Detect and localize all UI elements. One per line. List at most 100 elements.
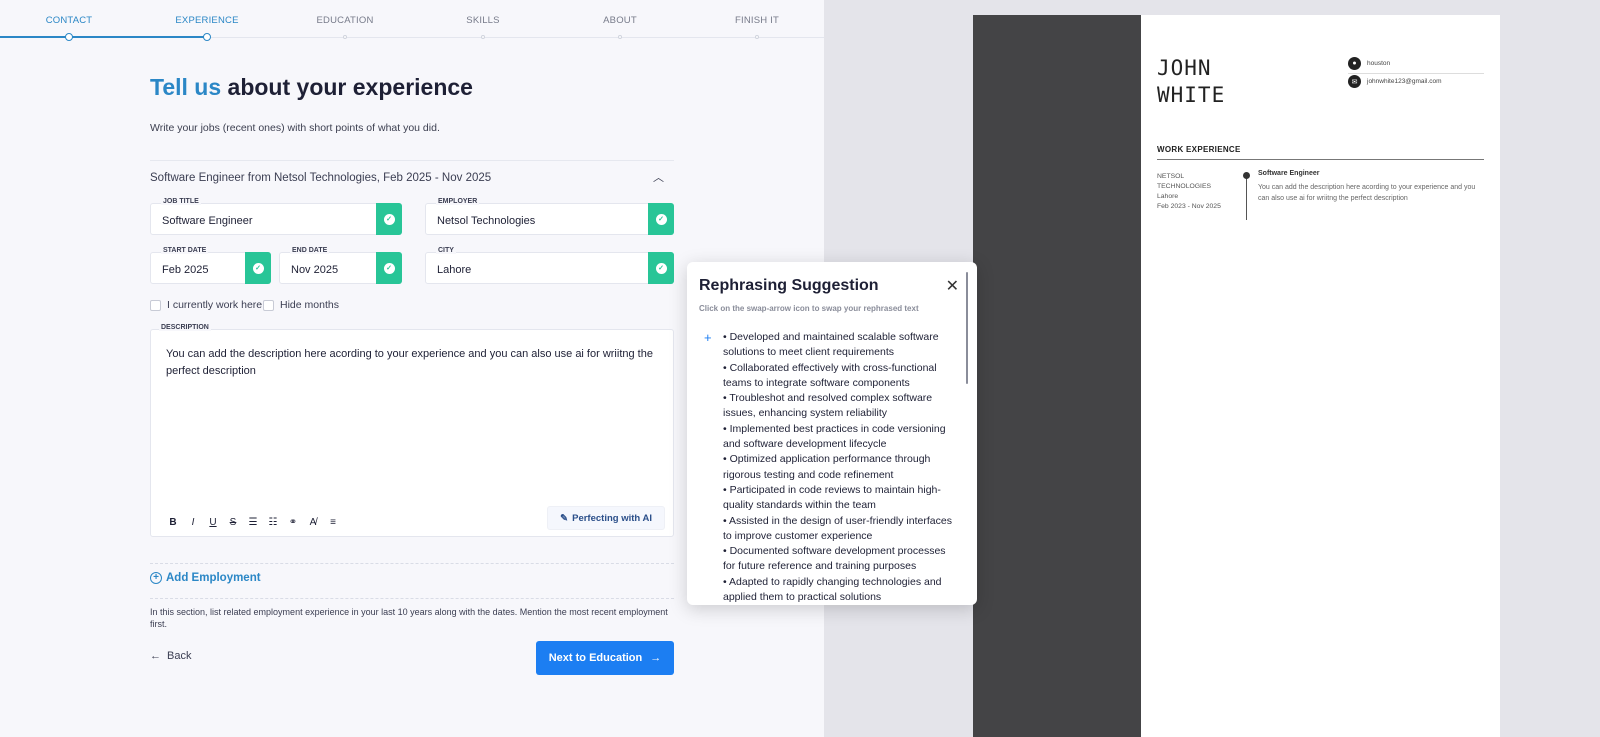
resume-location-text: houston — [1367, 60, 1391, 67]
step-dot-education — [343, 35, 347, 39]
italic-icon[interactable]: I — [186, 517, 200, 528]
suggestion-item: • Documented software development proces… — [723, 545, 946, 573]
step-skills[interactable]: SKILLS — [466, 15, 499, 26]
plus-circle-icon: + — [150, 572, 162, 584]
link-icon[interactable]: ⚭ — [286, 517, 300, 528]
check-icon: ✓ — [648, 252, 674, 284]
popup-title: Rephrasing Suggestion — [699, 277, 879, 294]
check-icon: ✓ — [648, 203, 674, 235]
description-editor[interactable]: DESCRIPTION You can add the description … — [150, 324, 674, 537]
suggestion-item: • Assisted in the design of user-friendl… — [723, 514, 952, 542]
suggestion-item: • Troubleshot and resolved complex softw… — [723, 392, 933, 420]
divider — [1348, 73, 1484, 74]
resume-city: Lahore — [1157, 193, 1179, 200]
next-label: Next to Education — [548, 652, 643, 664]
step-dot-experience — [203, 33, 211, 41]
step-dot-skills — [481, 35, 485, 39]
checkbox-box[interactable] — [150, 299, 161, 311]
suggestion-item: • Participated in code reviews to mainta… — [723, 483, 941, 512]
resume-company-line2: TECHNOLOGIES — [1157, 183, 1212, 190]
popup-subtitle: Click on the swap-arrow icon to swap you… — [699, 304, 919, 313]
step-contact[interactable]: CONTACT — [46, 15, 93, 26]
resume-section-title: WORK EXPERIENCE — [1157, 145, 1241, 154]
location-pin-icon: ● — [1348, 57, 1361, 70]
page-title-rest: about your experience — [221, 74, 473, 100]
currently-work-checkbox[interactable]: I currently work here — [150, 299, 262, 311]
currently-work-label: I currently work here — [167, 299, 263, 311]
divider — [150, 598, 674, 599]
resume-role: Software Engineer — [1258, 170, 1320, 177]
page-title: Tell us about your experience — [150, 74, 473, 101]
hide-months-label: Hide months — [280, 299, 339, 311]
timeline-line — [1246, 175, 1247, 220]
hide-months-checkbox[interactable]: Hide months — [263, 299, 339, 311]
employer-label: EMPLOYER — [436, 198, 480, 205]
job-title-field[interactable]: JOB TITLE Software Engineer ✓ — [150, 198, 402, 235]
check-icon: ✓ — [376, 203, 402, 235]
city-field[interactable]: CITY Lahore ✓ — [425, 247, 674, 284]
progress-stepper: CONTACT EXPERIENCE EDUCATION SKILLS ABOU… — [0, 0, 824, 42]
editor-toolbar: B I U S ☰ ☷ ⚭ A̸ ≡ — [166, 517, 340, 528]
start-date-field[interactable]: START DATE Feb 2025 ✓ — [150, 247, 271, 284]
city-label: CITY — [436, 247, 456, 254]
suggestion-item: • Developed and maintained scalable soft… — [723, 331, 939, 359]
resume-email: ✉ johnwhite123@gmail.com — [1348, 75, 1442, 88]
bold-icon[interactable]: B — [166, 517, 180, 528]
clear-format-icon[interactable]: A̸ — [306, 517, 320, 528]
description-text[interactable]: You can add the description here acordin… — [166, 346, 656, 380]
resume-company-block: NETSOL TECHNOLOGIES Lahore Feb 2023 - No… — [1157, 172, 1237, 212]
bullet-list-icon[interactable]: ☷ — [266, 517, 280, 528]
resume-dates: Feb 2023 - Nov 2025 — [1157, 203, 1221, 210]
resume-description: You can add the description here acordin… — [1258, 184, 1476, 202]
end-date-field[interactable]: END DATE Nov 2025 ✓ — [279, 247, 402, 284]
close-icon[interactable]: ✕ — [946, 276, 959, 296]
city-value: Lahore — [437, 264, 472, 276]
ordered-list-icon[interactable]: ☰ — [246, 517, 260, 528]
step-dot-finish — [755, 35, 759, 39]
back-button[interactable]: ← Back — [150, 650, 191, 662]
underline-icon[interactable]: U — [206, 517, 220, 528]
section-hint: In this section, list related employment… — [150, 607, 668, 629]
check-icon: ✓ — [376, 252, 402, 284]
end-date-label: END DATE — [290, 247, 330, 254]
start-date-value: Feb 2025 — [162, 264, 209, 276]
perfecting-ai-button[interactable]: ✎ Perfecting with AI — [547, 506, 665, 530]
step-dot-contact — [65, 33, 73, 41]
end-date-value: Nov 2025 — [291, 264, 339, 276]
employer-value: Netsol Technologies — [437, 215, 536, 227]
resume-last-name: WHITE — [1157, 83, 1226, 107]
rephrasing-popup: Rephrasing Suggestion ✕ Click on the swa… — [687, 262, 977, 605]
step-experience[interactable]: EXPERIENCE — [175, 15, 238, 26]
job-title-label: JOB TITLE — [161, 198, 201, 205]
step-education[interactable]: EDUCATION — [316, 15, 373, 26]
step-finish[interactable]: FINISH IT — [735, 15, 779, 26]
arrow-right-icon: → — [650, 652, 662, 664]
checkbox-box[interactable] — [263, 299, 274, 311]
suggestion-item: • Optimized application performance thro… — [723, 453, 931, 481]
check-icon: ✓ — [245, 252, 271, 284]
employer-field[interactable]: EMPLOYER Netsol Technologies ✓ — [425, 198, 674, 235]
arrow-left-icon: ← — [150, 650, 161, 662]
align-icon[interactable]: ≡ — [326, 517, 340, 528]
job-title-value: Software Engineer — [162, 215, 253, 227]
magic-wand-icon: ✎ — [560, 512, 569, 524]
job-accordion-header[interactable]: Software Engineer from Netsol Technologi… — [150, 160, 674, 192]
strikethrough-icon[interactable]: S — [226, 517, 240, 528]
chevron-up-icon[interactable]: ︿ — [653, 169, 664, 185]
resume-first-name: JOHN — [1157, 56, 1212, 80]
resume-company-line1: NETSOL — [1157, 173, 1185, 180]
start-date-label: START DATE — [161, 247, 209, 254]
plus-icon[interactable]: + — [704, 330, 712, 345]
next-button[interactable]: Next to Education → — [536, 641, 674, 675]
timeline-dot — [1243, 172, 1250, 179]
resume-location: ● houston — [1348, 57, 1390, 70]
divider — [1157, 159, 1484, 160]
popup-scrollbar[interactable] — [966, 272, 968, 384]
divider — [150, 563, 674, 564]
page-subtitle: Write your jobs (recent ones) with short… — [150, 122, 440, 134]
resume-name: JOHN WHITE — [1157, 55, 1225, 109]
step-about[interactable]: ABOUT — [603, 15, 637, 26]
page-title-highlight: Tell us — [150, 74, 222, 100]
add-employment-button[interactable]: + Add Employment — [150, 572, 261, 584]
resume-sidebar — [973, 15, 1141, 737]
